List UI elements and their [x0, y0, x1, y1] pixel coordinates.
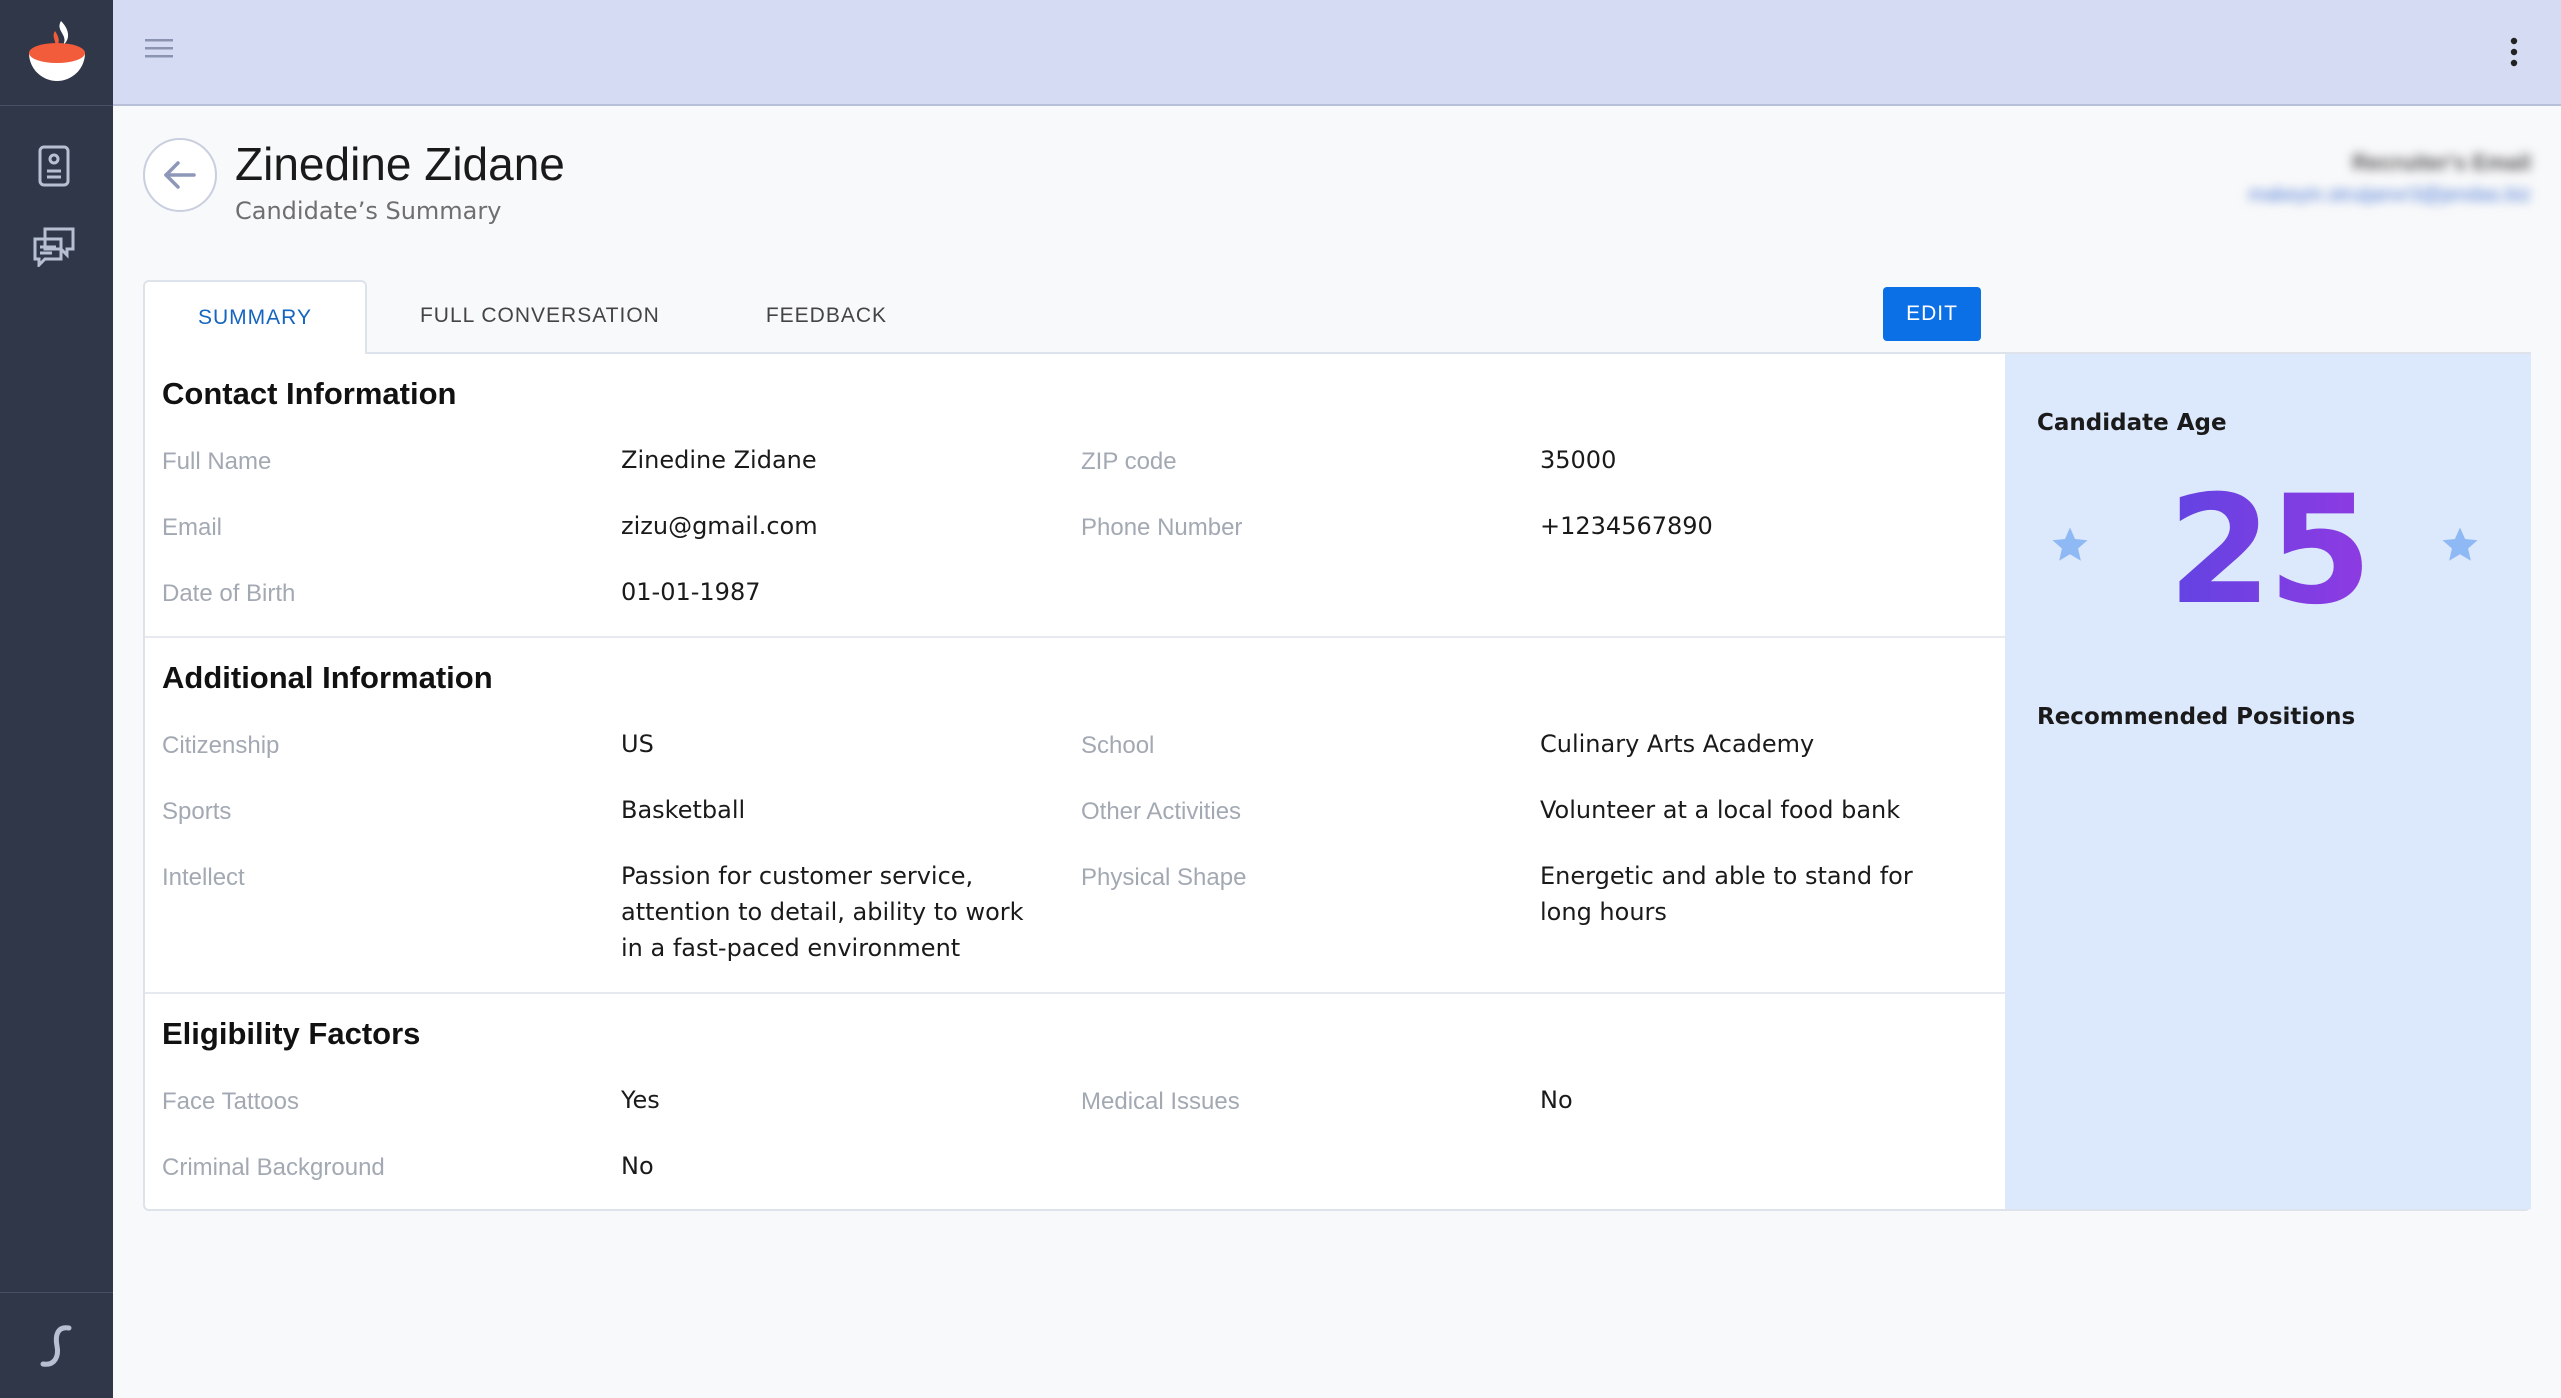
page-subtitle: Candidate’s Summary [235, 197, 502, 225]
section-title: Eligibility Factors [162, 1016, 421, 1051]
field-value: Energetic and able to stand for long hou… [1540, 862, 1913, 926]
field-value: US [621, 730, 654, 758]
back-button[interactable] [143, 138, 217, 212]
sidebar [0, 0, 113, 1398]
field-value: No [1540, 1086, 1573, 1114]
field-label: Email [162, 514, 223, 541]
field-label: Phone Number [1081, 514, 1243, 541]
page-title: Zinedine Zidane [235, 138, 565, 190]
field-value: No [621, 1152, 654, 1180]
hamburger-menu-icon[interactable] [143, 36, 177, 60]
recruiter-info: Recruiter's Email makeyin.struijanvr3@je… [2248, 150, 2531, 207]
section-title: Additional Information [162, 660, 493, 695]
field-label: Face Tattoos [162, 1088, 299, 1115]
field-label: ZIP code [1081, 448, 1177, 475]
clipboard-icon[interactable] [30, 142, 78, 190]
recruiter-label: Recruiter's Email [2352, 150, 2531, 175]
chat-icon[interactable] [30, 222, 78, 270]
field-value: 01-01-1987 [621, 578, 761, 606]
field-value: Culinary Arts Academy [1540, 730, 1815, 758]
app-logo[interactable] [0, 0, 113, 106]
field-value: zizu@gmail.com [621, 512, 818, 540]
field-label: Medical Issues [1081, 1088, 1240, 1115]
side-panel: Candidate Age 25 Recommended Positions [2005, 354, 2531, 1209]
field-label: Criminal Background [162, 1154, 385, 1181]
field-value: Basketball [621, 796, 746, 824]
field-value: +1234567890 [1540, 512, 1713, 540]
field-label: Citizenship [162, 732, 280, 759]
field-value: Zinedine Zidane [621, 446, 817, 474]
field-value: Volunteer at a local food bank [1540, 796, 1901, 824]
field-label: Physical Shape [1081, 864, 1247, 891]
field-label: Intellect [162, 864, 245, 891]
field-value: Yes [621, 1086, 660, 1114]
star-icon [2442, 527, 2478, 561]
summary-main-panel: Contact Information Full Name Zinedine Z… [145, 354, 2005, 1209]
field-value: 35000 [1540, 446, 1617, 474]
tab-bar: SUMMARY FULL CONVERSATION FEEDBACK [143, 280, 940, 354]
arrow-left-icon [164, 161, 196, 189]
contact-section: Contact Information Full Name Zinedine Z… [145, 354, 2005, 638]
top-bar [113, 0, 2561, 106]
edit-button[interactable]: EDIT [1883, 287, 1981, 341]
recruiter-email[interactable]: makeyin.struijanvr3@jendas.biz [2248, 184, 2531, 207]
eligibility-section: Eligibility Factors Face Tattoos Yes Med… [145, 994, 2005, 1209]
summary-card: Contact Information Full Name Zinedine Z… [143, 352, 2531, 1211]
candidate-age-title: Candidate Age [2037, 410, 2227, 436]
bottom-s-logo[interactable] [0, 1292, 113, 1398]
section-title: Contact Information [162, 376, 457, 411]
field-label: Full Name [162, 448, 272, 475]
tab-feedback[interactable]: FEEDBACK [713, 280, 940, 352]
field-label: Sports [162, 798, 232, 825]
field-label: Other Activities [1081, 798, 1242, 825]
field-label: Date of Birth [162, 580, 296, 607]
tab-summary[interactable]: SUMMARY [143, 280, 367, 354]
field-label: School [1081, 732, 1155, 759]
additional-section: Additional Information Citizenship US Sc… [145, 638, 2005, 994]
field-value: Passion for customer service, attention … [621, 862, 1024, 962]
recommended-positions-title: Recommended Positions [2037, 704, 2356, 730]
tab-full-conversation[interactable]: FULL CONVERSATION [367, 280, 713, 352]
more-vertical-icon[interactable] [2507, 36, 2521, 70]
